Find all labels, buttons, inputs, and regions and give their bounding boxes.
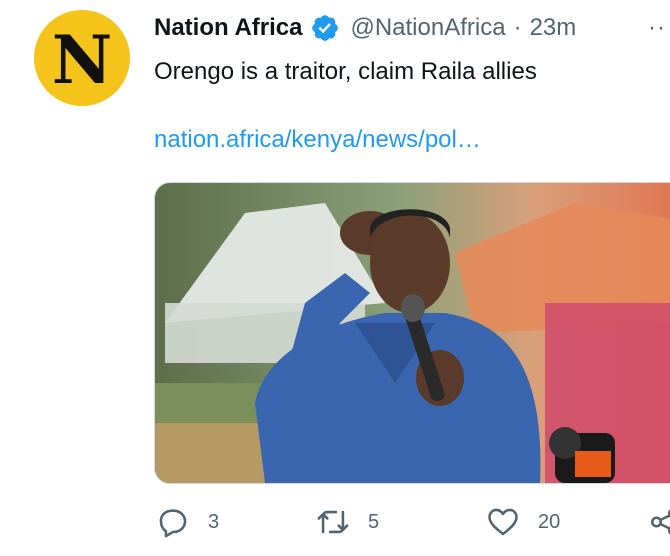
more-icon[interactable]: ··: [648, 14, 666, 42]
author-name[interactable]: Nation Africa: [154, 14, 302, 42]
reply-count: 3: [208, 510, 220, 533]
retweet-icon: [317, 510, 349, 534]
avatar-letter: N: [51, 21, 113, 99]
share-icon: [650, 509, 670, 535]
reply-icon: [159, 509, 187, 538]
tweet-header: Nation Africa @NationAfrica · 23m: [154, 12, 576, 44]
tweet-link[interactable]: nation.africa/kenya/news/pol…: [154, 126, 481, 154]
separator-dot: ·: [513, 14, 522, 41]
heart-icon: [488, 508, 518, 536]
author-handle[interactable]: @NationAfrica: [350, 14, 505, 42]
retweet-button[interactable]: 5: [316, 505, 379, 539]
reply-button[interactable]: 3: [156, 505, 219, 539]
timestamp[interactable]: 23m: [530, 14, 577, 42]
share-button[interactable]: [648, 505, 670, 539]
like-count: 20: [538, 510, 561, 533]
avatar[interactable]: N: [34, 10, 130, 106]
tweet-media-image[interactable]: [154, 182, 670, 484]
tweet-actions: 3 5 20: [154, 505, 670, 545]
like-button[interactable]: 20: [486, 505, 560, 539]
photo-illustration: [155, 183, 670, 483]
tweet-text: Orengo is a traitor, claim Raila allies: [154, 58, 537, 85]
verified-badge-icon: [312, 15, 339, 41]
retweet-count: 5: [368, 510, 380, 533]
